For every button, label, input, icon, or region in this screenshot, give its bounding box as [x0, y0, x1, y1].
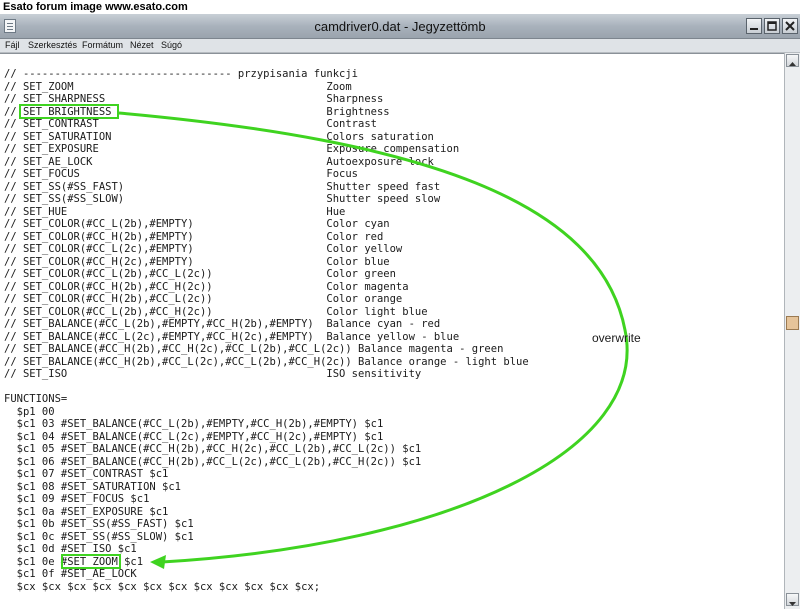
overwrite-arrow	[118, 111, 629, 569]
overwrite-label: overwrite	[592, 331, 641, 345]
